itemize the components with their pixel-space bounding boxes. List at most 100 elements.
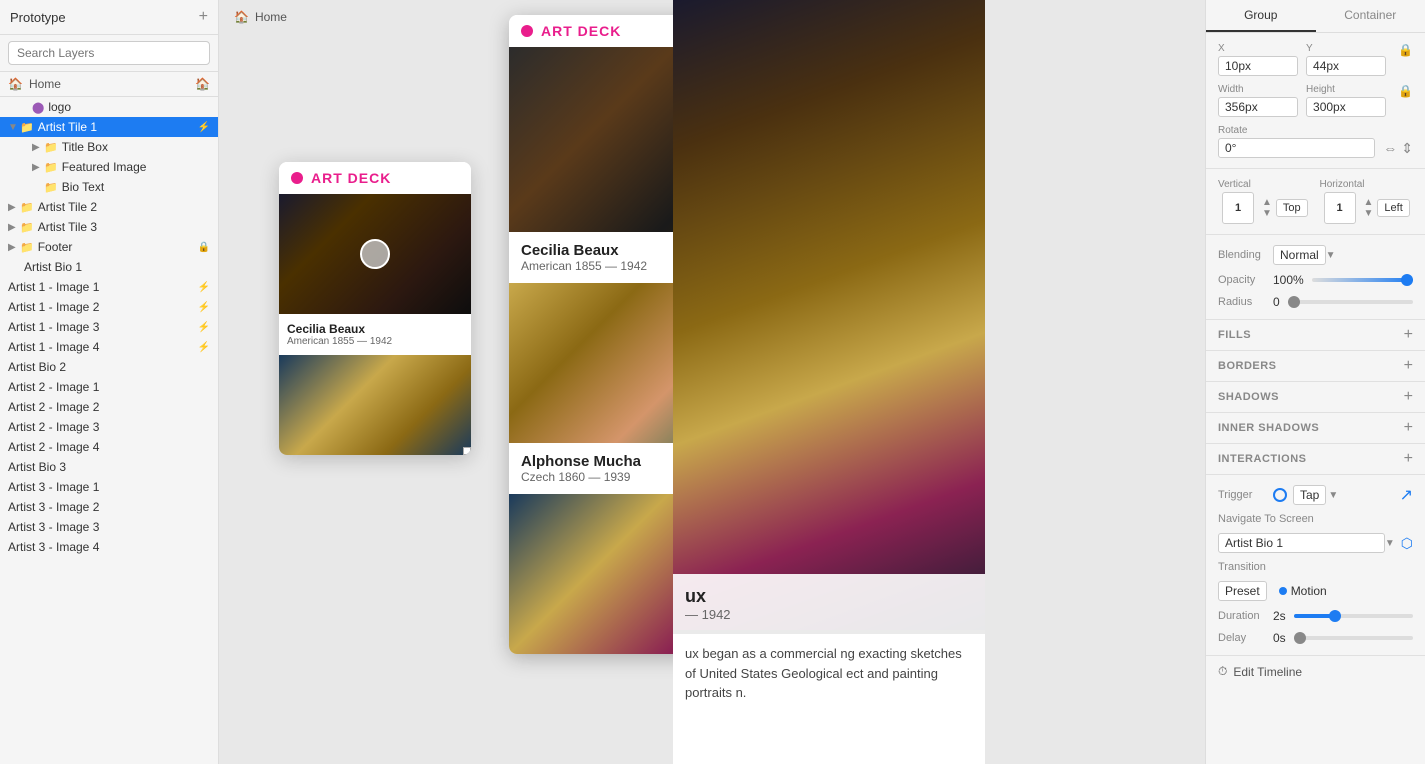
layer-item-a3-img3[interactable]: Artist 3 - Image 3: [0, 517, 218, 537]
layer-label-a1-img3: Artist 1 - Image 3: [8, 320, 198, 334]
layer-item-a1-img4[interactable]: Artist 1 - Image 4 ⚡: [0, 337, 218, 357]
trigger-icon: [1273, 488, 1287, 502]
layer-label-a2-img1: Artist 2 - Image 1: [8, 380, 210, 394]
size-lock-icon[interactable]: 🔒: [1398, 84, 1413, 117]
vertical-up-btn[interactable]: ▲: [1262, 197, 1272, 208]
small-resize-handle[interactable]: [463, 447, 471, 455]
center-panel: 🏠 Home 100% ART DECK Cecilia Beaux Ameri…: [219, 0, 1205, 764]
h-label: Height: [1306, 84, 1386, 95]
opacity-value: 100%: [1273, 273, 1304, 287]
rotate-input[interactable]: 0°: [1218, 138, 1375, 158]
horizontal-label: Horizontal: [1320, 179, 1414, 190]
blending-section: Blending Normal ▼ Opacity 100% Radius 0: [1206, 235, 1425, 320]
layer-item-artist-tile-1[interactable]: ▼ 📁 Artist Tile 1 ⚡: [0, 117, 218, 137]
toggle-featured-image: ▶: [32, 162, 44, 173]
motion-group: Motion: [1279, 584, 1327, 598]
flip-v-icon[interactable]: ⇕: [1401, 140, 1413, 157]
radius-thumb[interactable]: [1288, 296, 1300, 308]
timeline-icon: ⏱: [1218, 664, 1227, 679]
layer-label-a1-img4: Artist 1 - Image 4: [8, 340, 198, 354]
layer-item-a2-img1[interactable]: Artist 2 - Image 1: [0, 377, 218, 397]
medium-app-dot: [521, 25, 533, 37]
layer-item-a3-img1[interactable]: Artist 3 - Image 1: [0, 477, 218, 497]
layer-item-artist-tile-2[interactable]: ▶ 📁 Artist Tile 2: [0, 197, 218, 217]
radius-label: Radius: [1218, 296, 1273, 308]
horizontal-up-btn[interactable]: ▲: [1364, 197, 1374, 208]
opacity-thumb[interactable]: [1401, 274, 1413, 286]
layer-item-a1-img2[interactable]: Artist 1 - Image 2 ⚡: [0, 297, 218, 317]
canvas-area[interactable]: 🏠 Home 100% ART DECK Cecilia Beaux Ameri…: [219, 0, 1205, 764]
search-input[interactable]: [8, 41, 210, 65]
badge-a1-img4: ⚡: [198, 342, 210, 353]
layer-item-a2-img2[interactable]: Artist 2 - Image 2: [0, 397, 218, 417]
fills-title: FILLS: [1218, 329, 1404, 341]
layer-item-bio-text[interactable]: 📁 Bio Text: [0, 177, 218, 197]
position-lock-icon[interactable]: 🔒: [1398, 43, 1413, 76]
small-circle-handle[interactable]: [360, 239, 390, 269]
frame-small[interactable]: ART DECK Cecilia Beaux American 1855 — 1…: [279, 162, 471, 455]
tab-container[interactable]: Container: [1316, 0, 1425, 32]
layer-item-featured-image[interactable]: ▶ 📁 Featured Image: [0, 157, 218, 177]
vertical-align-group: Vertical 1 ▲ ▼ Top: [1218, 179, 1312, 224]
layer-item-a1-img3[interactable]: Artist 1 - Image 3 ⚡: [0, 317, 218, 337]
radius-track[interactable]: [1288, 300, 1413, 304]
layer-item-artist-bio-1[interactable]: Artist Bio 1: [0, 257, 218, 277]
y-input[interactable]: 44px: [1306, 56, 1386, 76]
flip-h-icon[interactable]: ⇔: [1383, 140, 1397, 157]
delay-thumb[interactable]: [1294, 632, 1306, 644]
fills-add-btn[interactable]: +: [1404, 326, 1413, 344]
interactions-add-btn[interactable]: +: [1404, 450, 1413, 468]
shadows-add-btn[interactable]: +: [1404, 388, 1413, 406]
layer-item-artist-bio-3[interactable]: Artist Bio 3: [0, 457, 218, 477]
layer-item-logo[interactable]: ⬤ logo: [0, 97, 218, 117]
layer-item-a1-img1[interactable]: Artist 1 - Image 1 ⚡: [0, 277, 218, 297]
layer-tree: ⬤ logo ▼ 📁 Artist Tile 1 ⚡ ▶ 📁 Title Box…: [0, 97, 218, 764]
home-row[interactable]: 🏠 Home 🏠: [0, 72, 218, 97]
blending-select[interactable]: Normal: [1273, 245, 1326, 265]
x-input[interactable]: 10px: [1218, 56, 1298, 76]
inner-shadows-add-btn[interactable]: +: [1404, 419, 1413, 437]
rotate-row: Rotate 0° ⇔ ⇕: [1218, 125, 1413, 158]
y-label: Y: [1306, 43, 1386, 54]
edit-timeline-row[interactable]: ⏱ Edit Timeline: [1206, 656, 1425, 687]
layer-item-title-box[interactable]: ▶ 📁 Title Box: [0, 137, 218, 157]
duration-thumb[interactable]: [1329, 610, 1341, 622]
blending-arrow-icon: ▼: [1326, 250, 1336, 261]
layer-item-artist-bio-2[interactable]: Artist Bio 2: [0, 357, 218, 377]
navigate-label: Navigate To Screen: [1218, 513, 1413, 525]
add-button[interactable]: +: [199, 8, 208, 26]
breadcrumb-home-icon: 🏠: [234, 10, 249, 24]
preset-select[interactable]: Preset: [1218, 581, 1267, 601]
x-group: X 10px: [1218, 43, 1298, 76]
layer-item-artist-tile-3[interactable]: ▶ 📁 Artist Tile 3: [0, 217, 218, 237]
navigate-select[interactable]: Artist Bio 1: [1218, 533, 1385, 553]
trigger-link-icon[interactable]: ↗: [1400, 485, 1413, 505]
layer-item-a2-img3[interactable]: Artist 2 - Image 3: [0, 417, 218, 437]
horizontal-down-btn[interactable]: ▼: [1364, 208, 1374, 219]
rotate-label: Rotate: [1218, 125, 1375, 136]
navigate-arrow-icon: ▼: [1385, 538, 1395, 549]
h-input[interactable]: 300px: [1306, 97, 1386, 117]
navigate-external-icon[interactable]: ⬡: [1401, 535, 1413, 552]
shadows-section-header: SHADOWS +: [1206, 382, 1425, 413]
layer-item-a3-img2[interactable]: Artist 3 - Image 2: [0, 497, 218, 517]
vertical-down-btn[interactable]: ▼: [1262, 208, 1272, 219]
layer-icon-artist-tile-2: 📁: [20, 201, 34, 214]
duration-track[interactable]: [1294, 614, 1413, 618]
tab-group[interactable]: Group: [1206, 0, 1316, 32]
delay-track[interactable]: [1294, 636, 1413, 640]
opacity-track[interactable]: [1312, 278, 1413, 282]
layer-item-footer[interactable]: ▶ 📁 Footer 🔒: [0, 237, 218, 257]
horizontal-value-display: 1: [1324, 192, 1356, 224]
horizontal-select[interactable]: Left: [1377, 199, 1409, 217]
borders-add-btn[interactable]: +: [1404, 357, 1413, 375]
layer-item-a2-img4[interactable]: Artist 2 - Image 4: [0, 437, 218, 457]
fills-section-header: FILLS +: [1206, 320, 1425, 351]
vertical-select[interactable]: Top: [1276, 199, 1308, 217]
w-input[interactable]: 356px: [1218, 97, 1298, 117]
right-tabs: Group Container: [1206, 0, 1425, 33]
trigger-section: Trigger Tap ▼ ↗ Navigate To Screen Artis…: [1206, 475, 1425, 656]
borders-section-header: BORDERS +: [1206, 351, 1425, 382]
trigger-select[interactable]: Tap: [1293, 485, 1326, 505]
layer-item-a3-img4[interactable]: Artist 3 - Image 4: [0, 537, 218, 557]
